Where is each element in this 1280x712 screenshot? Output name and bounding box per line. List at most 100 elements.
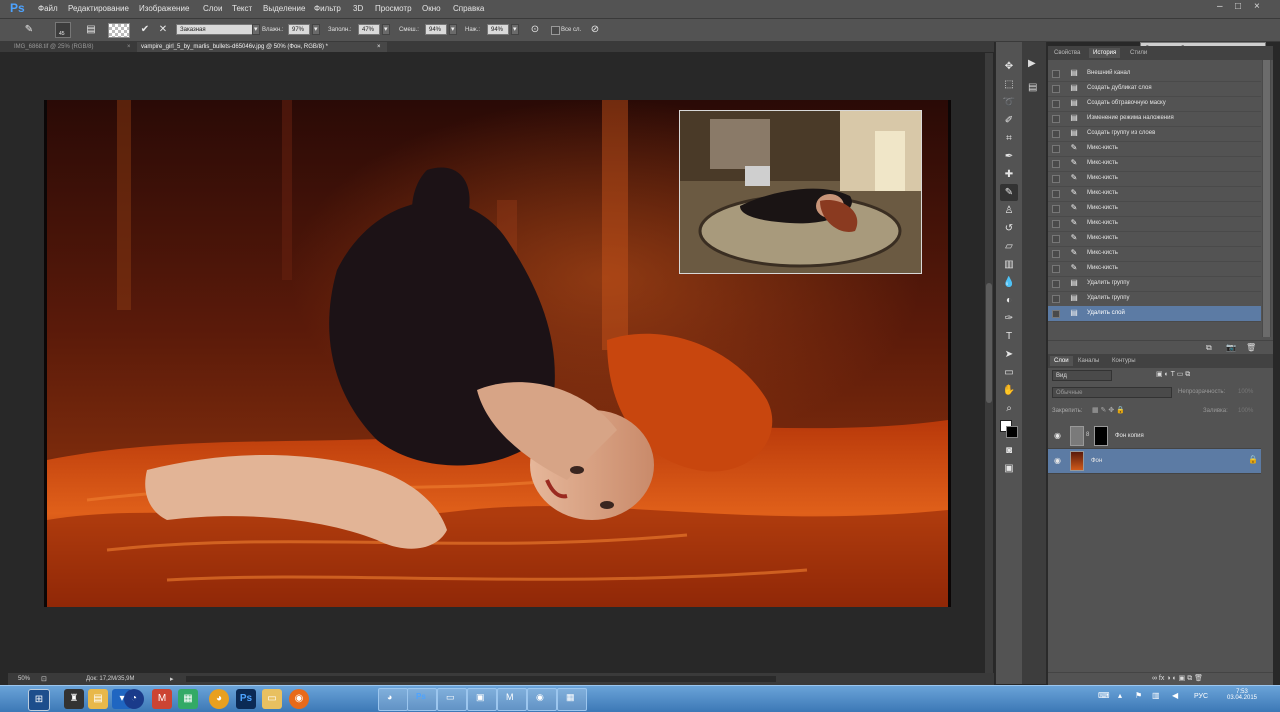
history-checkbox[interactable] <box>1052 175 1060 183</box>
quick-mask-icon[interactable]: ◙ <box>1000 442 1018 459</box>
history-item[interactable]: ✎ Микс-кисть <box>1048 261 1261 277</box>
taskbar-running-app[interactable]: ◉ <box>527 688 557 711</box>
pen-tool-icon[interactable]: ✑ <box>1000 310 1018 327</box>
tab-img6868[interactable]: IMG_6868.tif @ 25% (RGB/8) × <box>10 42 135 52</box>
history-panel-icon[interactable]: ▤ <box>1028 82 1037 93</box>
load-field[interactable]: 47% <box>358 24 380 35</box>
keyboard-icon[interactable]: ⌨ <box>1098 691 1110 700</box>
all-layers-checkbox[interactable] <box>551 26 560 35</box>
history-checkbox[interactable] <box>1052 235 1060 243</box>
history-item[interactable]: ▤ Удалить группу <box>1048 276 1261 292</box>
type-tool-icon[interactable]: T <box>1000 328 1018 345</box>
history-checkbox[interactable] <box>1052 310 1060 318</box>
taskbar-app-icon[interactable]: ♜ <box>64 689 84 709</box>
history-checkbox[interactable] <box>1052 70 1060 78</box>
scroll-thumb[interactable] <box>986 283 992 403</box>
status-info-icon[interactable]: ⊡ <box>41 675 47 683</box>
history-item[interactable]: ▤ Создать дубликат слоя <box>1048 81 1261 97</box>
opacity-value[interactable]: 100% <box>1238 389 1253 395</box>
tab-layers[interactable]: Слои <box>1050 356 1073 366</box>
menu-3d[interactable]: 3D <box>353 4 363 13</box>
tray-flag-icon[interactable]: ⚑ <box>1135 691 1142 700</box>
gradient-tool-icon[interactable]: ▥ <box>1000 256 1018 273</box>
tab-channels[interactable]: Каналы <box>1074 356 1103 366</box>
taskbar-running-app[interactable]: M <box>497 688 527 711</box>
dodge-tool-icon[interactable]: ◐ <box>1000 292 1018 309</box>
flow-field[interactable]: 94% <box>487 24 509 35</box>
explorer-icon[interactable]: ▤ <box>88 689 108 709</box>
layer-filter-select[interactable]: Вид <box>1052 370 1112 381</box>
menu-window[interactable]: Окно <box>422 4 441 13</box>
history-checkbox[interactable] <box>1052 85 1060 93</box>
folder-icon[interactable]: ▭ <box>262 689 282 709</box>
mix-preset-select[interactable]: Заказная <box>176 24 254 35</box>
history-item[interactable]: ✎ Микс-кисть <box>1048 171 1261 187</box>
history-item[interactable]: ✎ Микс-кисть <box>1048 201 1261 217</box>
maximize-button[interactable]: □ <box>1235 1 1241 12</box>
menu-file[interactable]: Файл <box>38 4 58 13</box>
wet-field[interactable]: 97% <box>288 24 310 35</box>
history-checkbox[interactable] <box>1052 190 1060 198</box>
history-checkbox[interactable] <box>1052 220 1060 228</box>
history-checkbox[interactable] <box>1052 130 1060 138</box>
layer-mask-thumbnail[interactable] <box>1094 426 1108 446</box>
zoom-tool-icon[interactable]: ⌕ <box>1000 400 1018 417</box>
history-checkbox[interactable] <box>1052 250 1060 258</box>
taskbar-running-app[interactable]: ▦ <box>557 688 587 711</box>
menu-layers[interactable]: Слои <box>203 4 222 13</box>
canvas-vertical-scrollbar[interactable] <box>985 53 993 673</box>
menu-edit[interactable]: Редактирование <box>68 4 129 13</box>
close-button[interactable]: × <box>1254 1 1260 12</box>
wet-dropdown[interactable] <box>312 24 320 35</box>
mixer-brush-preset-icon[interactable]: ✎ <box>22 22 36 37</box>
visibility-eye-icon[interactable]: ◉ <box>1054 431 1061 440</box>
history-item[interactable]: ✎ Микс-кисть <box>1048 186 1261 202</box>
fill-value[interactable]: 100% <box>1238 408 1253 414</box>
history-item[interactable]: ▤ Создать обтравочную маску <box>1048 96 1261 112</box>
tab-styles[interactable]: Стили <box>1126 48 1151 58</box>
history-checkbox[interactable] <box>1052 280 1060 288</box>
minimize-button[interactable]: – <box>1217 1 1223 12</box>
history-item[interactable]: ✎ Микс-кисть <box>1048 231 1261 247</box>
background-color-swatch[interactable] <box>1006 426 1018 438</box>
taskbar-running-app[interactable]: Ps <box>407 688 437 711</box>
history-item[interactable]: ✎ Микс-кисть <box>1048 246 1261 262</box>
history-item[interactable]: ✎ Микс-кисть <box>1048 156 1261 172</box>
play-icon[interactable]: ▶ <box>1028 58 1036 69</box>
tray-up-icon[interactable]: ▴ <box>1118 691 1122 700</box>
tab-close-icon[interactable]: × <box>377 42 381 52</box>
flow-dropdown[interactable] <box>511 24 519 35</box>
taskbar-app-icon[interactable]: ▦ <box>178 689 198 709</box>
tab-properties[interactable]: Свойства <box>1050 48 1084 58</box>
photoshop-icon[interactable]: Ps <box>236 689 256 709</box>
brush-preview[interactable]: 45 <box>55 22 71 38</box>
layer-actions-icons[interactable]: ∞ fx ◑ ◐ ▣ ⧉ 🗑 <box>1152 674 1203 683</box>
browser-icon[interactable]: ◔ <box>124 689 144 709</box>
eyedropper-tool-icon[interactable]: ✒ <box>1000 148 1018 165</box>
history-checkbox[interactable] <box>1052 205 1060 213</box>
load-dropdown[interactable] <box>382 24 390 35</box>
airbrush-icon[interactable]: ⊙ <box>528 22 542 37</box>
clock[interactable]: 7:53 03.04.2015 <box>1222 689 1262 701</box>
clean-brush-icon[interactable]: ✕ <box>156 22 170 37</box>
clone-stamp-tool-icon[interactable]: ♙ <box>1000 202 1018 219</box>
visibility-eye-icon[interactable]: ◉ <box>1054 456 1061 465</box>
tab-history[interactable]: История <box>1089 48 1121 58</box>
screen-mode-icon[interactable]: ▣ <box>1000 460 1018 477</box>
hand-tool-icon[interactable]: ✋ <box>1000 382 1018 399</box>
menu-filter[interactable]: Фильтр <box>314 4 341 13</box>
history-checkbox[interactable] <box>1052 295 1060 303</box>
eraser-tool-icon[interactable]: ▱ <box>1000 238 1018 255</box>
crop-tool-icon[interactable]: ⌗ <box>1000 130 1018 147</box>
snapshot-icon[interactable]: 📷 <box>1226 343 1236 352</box>
history-checkbox[interactable] <box>1052 265 1060 273</box>
mix-preset-dropdown[interactable] <box>252 24 260 35</box>
mixer-brush-tool-icon[interactable]: ✎ <box>1000 184 1018 201</box>
layer-row-fon-copy[interactable]: ◉ 8 Фон копия <box>1048 424 1261 449</box>
blend-mode-select[interactable]: Обычные <box>1052 387 1172 398</box>
marquee-tool-icon[interactable]: ⬚ <box>1000 76 1018 93</box>
history-checkbox[interactable] <box>1052 115 1060 123</box>
layer-row-fon[interactable]: ◉ Фон 🔒 <box>1048 449 1261 474</box>
history-checkbox[interactable] <box>1052 100 1060 108</box>
lasso-tool-icon[interactable]: ➰ <box>1000 94 1018 111</box>
